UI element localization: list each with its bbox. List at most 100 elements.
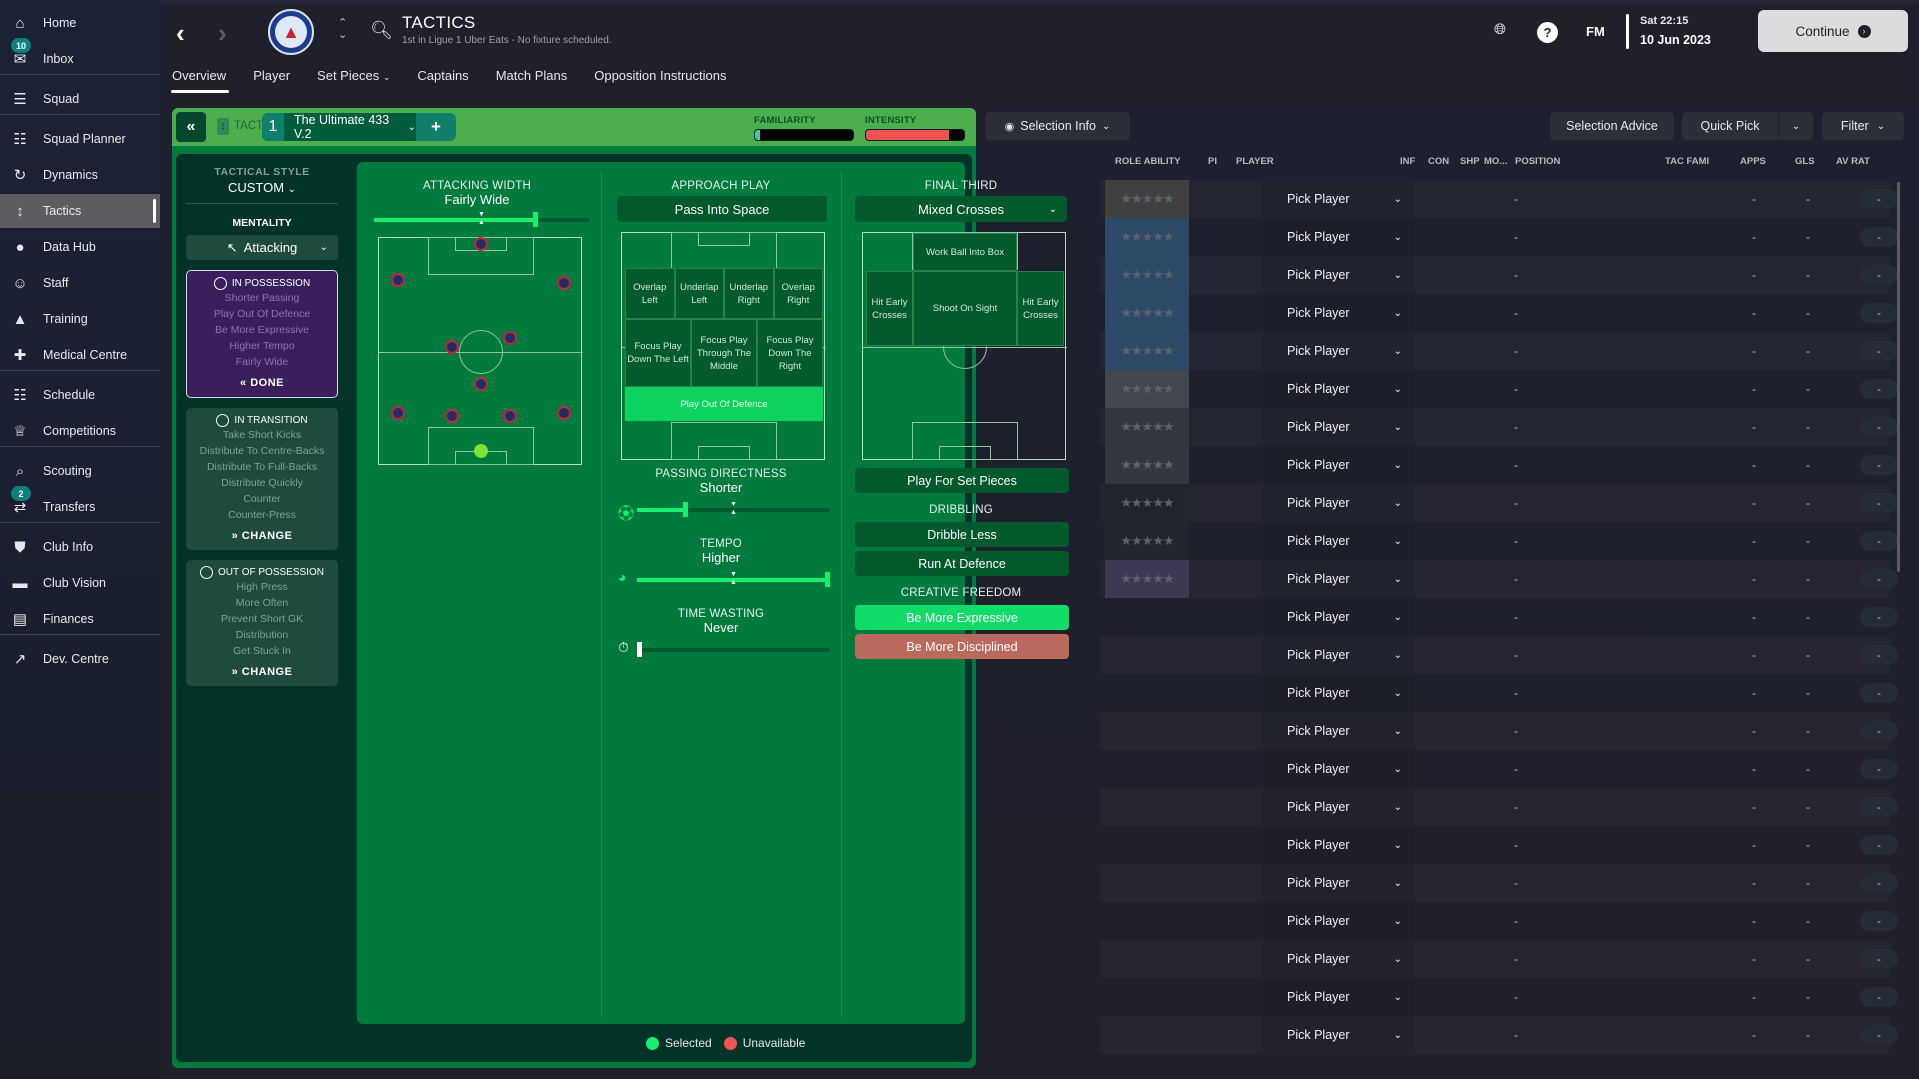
pick-player-dropdown[interactable]: Pick Player ⌄ — [1262, 1016, 1414, 1054]
approach-zone[interactable]: Underlap Right — [724, 268, 774, 319]
player-marker[interactable] — [474, 377, 488, 391]
sidebar-item-dynamics[interactable]: ↻ Dynamics — [0, 158, 160, 192]
globe-icon[interactable]: 🌐︎ — [1494, 21, 1506, 38]
quick-pick-button[interactable]: Quick Pick — [1682, 112, 1778, 140]
pick-player-dropdown[interactable]: Pick Player ⌄ — [1262, 484, 1414, 522]
table-row[interactable]: Pick Player ⌄ - - - - — [1100, 788, 1898, 826]
player-marker[interactable] — [445, 409, 459, 423]
time-wasting-slider[interactable] — [637, 642, 830, 657]
sidebar-item-data-hub[interactable]: ● Data Hub — [0, 230, 160, 264]
phase-card-in-possession[interactable]: IN POSSESSION Shorter Passing Play Out Of … — [186, 270, 338, 398]
tactic-name-dropdown[interactable]: The Ultimate 433 V.2 ⌄ — [284, 113, 416, 141]
approach-zone[interactable]: Overlap Right — [773, 268, 823, 319]
filter-dropdown[interactable]: Filter ⌄ — [1822, 112, 1904, 140]
phase-card-in-transition[interactable]: IN TRANSITION Take Short Kicks Distribute … — [186, 408, 338, 550]
change-button[interactable]: » CHANGE — [186, 530, 338, 542]
pick-player-dropdown[interactable]: Pick Player ⌄ — [1262, 408, 1414, 446]
pick-player-dropdown[interactable]: Pick Player ⌄ — [1262, 788, 1414, 826]
play-out-of-defence-zone[interactable]: Play Out Of Defence — [625, 387, 823, 421]
table-row[interactable]: Pick Player ⌄ - - - - — [1100, 902, 1898, 940]
player-marker[interactable] — [503, 331, 517, 345]
sidebar-item-tactics[interactable]: ↕ Tactics — [0, 194, 160, 228]
back-arrow-icon[interactable]: ‹ — [176, 18, 185, 49]
tempo-slider[interactable]: ▼ ▲ — [637, 571, 830, 587]
tab-opposition-instructions[interactable]: Opposition Instructions — [594, 68, 726, 96]
column-header-player[interactable]: PLAYER — [1236, 156, 1274, 167]
sidebar-item-competitions[interactable]: ♕ Competitions — [0, 414, 160, 448]
hit-early-crosses-left-zone[interactable]: Hit Early Crosses — [866, 271, 913, 346]
tab-captains[interactable]: Captains — [417, 68, 468, 96]
column-header-tac-fami[interactable]: TAC FAMI — [1665, 156, 1709, 167]
player-marker[interactable] — [391, 273, 405, 287]
approach-play-dropdown[interactable]: Pass Into Space — [617, 196, 827, 222]
approach-zone[interactable]: Overlap Left — [625, 268, 675, 319]
player-marker[interactable] — [557, 406, 571, 420]
work-ball-into-box-zone[interactable]: Work Ball Into Box — [913, 233, 1017, 271]
forward-arrow-icon[interactable]: › — [218, 18, 227, 49]
continue-button[interactable]: Continue › — [1758, 10, 1908, 52]
tab-match-plans[interactable]: Match Plans — [496, 68, 568, 96]
tab-set-pieces[interactable]: Set Pieces ⌄ — [317, 68, 390, 96]
attacking-width-slider[interactable]: ▼ ▲ — [374, 211, 589, 227]
passing-directness-slider[interactable]: ▼ ▲ — [637, 501, 830, 517]
change-button[interactable]: » CHANGE — [186, 666, 338, 678]
sidebar-item-schedule[interactable]: ☷ Schedule — [0, 378, 160, 412]
player-marker[interactable] — [557, 276, 571, 290]
approach-zone[interactable]: Focus Play Down The Right — [757, 319, 823, 387]
table-row[interactable]: Pick Player ⌄ - - - - — [1100, 940, 1898, 978]
goalkeeper-marker[interactable] — [474, 444, 488, 458]
table-row[interactable]: ★★★★★ Pick Player ⌄ - - - - — [1100, 256, 1898, 294]
column-header-shp[interactable]: SHP — [1460, 156, 1480, 167]
fm-menu-button[interactable]: FM — [1586, 24, 1605, 39]
table-row[interactable]: Pick Player ⌄ - - - - — [1100, 978, 1898, 1016]
pick-player-dropdown[interactable]: Pick Player ⌄ — [1262, 864, 1414, 902]
table-row[interactable]: Pick Player ⌄ - - - - — [1100, 598, 1898, 636]
approach-zone[interactable]: Focus Play Down The Left — [625, 319, 691, 387]
pick-player-dropdown[interactable]: Pick Player ⌄ — [1262, 978, 1414, 1016]
tactical-style-dropdown[interactable]: CUSTOM ⌄ — [186, 180, 338, 195]
table-row[interactable]: ★★★★★ Pick Player ⌄ - - - - — [1100, 370, 1898, 408]
sidebar-item-squad[interactable]: ☰ Squad — [0, 82, 160, 116]
table-scrollbar[interactable] — [1897, 182, 1900, 572]
sidebar-item-finances[interactable]: ▤ Finances — [0, 602, 160, 636]
table-row[interactable]: ★★★★★ Pick Player ⌄ - - - - — [1100, 294, 1898, 332]
table-row[interactable]: Pick Player ⌄ - - - - — [1100, 712, 1898, 750]
sidebar-item-squad-planner[interactable]: ☷ Squad Planner — [0, 122, 160, 156]
approach-zone[interactable]: Focus Play Through The Middle — [691, 319, 757, 387]
table-row[interactable]: Pick Player ⌄ - - - - — [1100, 674, 1898, 712]
dribble-less-button[interactable]: Dribble Less — [855, 522, 1069, 547]
player-marker[interactable] — [474, 237, 488, 251]
column-header-inf[interactable]: INF — [1400, 156, 1415, 167]
tactic-slot-number[interactable]: 1 — [262, 113, 284, 141]
club-switch-icon[interactable]: ⌃ ⌄ — [338, 17, 347, 41]
pick-player-dropdown[interactable]: Pick Player ⌄ — [1262, 522, 1414, 560]
hit-early-crosses-right-zone[interactable]: Hit Early Crosses — [1017, 271, 1064, 346]
quick-pick-options-button[interactable]: ⌄ — [1779, 112, 1813, 140]
player-marker[interactable] — [391, 406, 405, 420]
help-icon[interactable]: ? — [1537, 22, 1558, 43]
sidebar-item-club-vision[interactable]: ▬ Club Vision — [0, 566, 160, 600]
pick-player-dropdown[interactable]: Pick Player ⌄ — [1262, 180, 1414, 218]
sidebar-item-staff[interactable]: ☺ Staff — [0, 266, 160, 300]
approach-zone[interactable]: Underlap Left — [674, 268, 724, 319]
column-header-pi[interactable]: PI — [1208, 156, 1217, 167]
table-row[interactable]: Pick Player ⌄ - - - - — [1100, 636, 1898, 674]
sidebar-item-home[interactable]: ⌂ Home — [0, 6, 160, 40]
add-tactic-button[interactable]: + — [416, 113, 456, 141]
table-row[interactable]: ★★★★★ Pick Player ⌄ - - - - — [1100, 408, 1898, 446]
column-header-gls[interactable]: GLS — [1795, 156, 1815, 167]
table-row[interactable]: ★★★★★ Pick Player ⌄ - - - - — [1100, 560, 1898, 598]
intensity-meter[interactable] — [865, 129, 965, 141]
play-for-set-pieces-button[interactable]: Play For Set Pieces — [855, 468, 1069, 493]
table-row[interactable]: Pick Player ⌄ - - - - — [1100, 750, 1898, 788]
table-row[interactable]: Pick Player ⌄ - - - - — [1100, 826, 1898, 864]
shoot-on-sight-zone[interactable]: Shoot On Sight — [913, 271, 1017, 346]
search-icon[interactable]: 🔍︎ — [370, 20, 393, 41]
familiarity-meter[interactable] — [754, 129, 854, 141]
tab-player[interactable]: Player — [253, 68, 290, 96]
pick-player-dropdown[interactable]: Pick Player ⌄ — [1262, 446, 1414, 484]
table-row[interactable]: ★★★★★ Pick Player ⌄ - - - - — [1100, 332, 1898, 370]
sidebar-item-transfers[interactable]: ⇄ Transfers 2 — [0, 486, 160, 524]
column-header-mo[interactable]: MO... — [1484, 156, 1507, 167]
tab-overview[interactable]: Overview — [170, 68, 230, 96]
